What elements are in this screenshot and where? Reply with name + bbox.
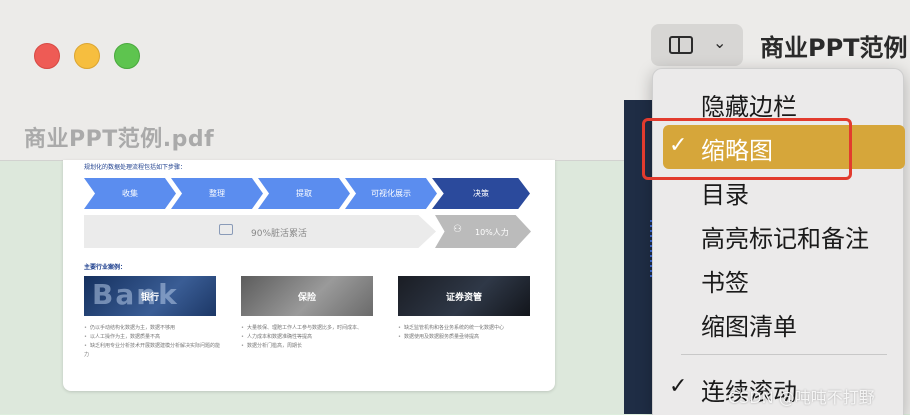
list-item: 人力成本和数据准确性等提高 [241, 333, 381, 342]
menu-item-contact-sheet[interactable]: 缩图清单 [701, 307, 797, 342]
case-image-securities: 证券资管 [398, 276, 530, 316]
document-pane: 商业PPT范例.pdf 规划化的数据处理流程包括如下步骤： 收集 整理 提取 可… [0, 0, 624, 414]
list-item: 数据分析门槛高，周期长 [241, 342, 381, 351]
case-bullets-insurance: 大量核保、理赔工作人工参与数据比多，时间成本、 人力成本和数据准确性等提高 数据… [241, 324, 381, 351]
list-item: 大量核保、理赔工作人工参与数据比多，时间成本、 [241, 324, 381, 333]
list-item: 缺乏利用专业分析技术开展数据建模分析解决实际问题的能力 [84, 342, 224, 360]
chevron-down-icon: ⌄ [713, 33, 727, 52]
sidebar-toggle-button[interactable]: ⌄ [651, 24, 743, 66]
menu-item-hide-sidebar[interactable]: 隐藏边栏 [701, 87, 797, 122]
people-icon: ⚇ [453, 224, 462, 235]
stage-extract: 提取 [258, 178, 350, 209]
sidebar-icon [669, 36, 693, 54]
annotation-highlight-box [642, 118, 852, 180]
stage-decide: 决策 [432, 178, 530, 209]
case-bullets-bank: 仍以手动结构化数据为主，数据不够用 以人工操作为主，数据质量不高 缺乏利用专业分… [84, 324, 224, 360]
menu-item-bookmarks[interactable]: 书签 [701, 263, 749, 298]
list-item: 数据使用及数据服务质量亟待提高 [398, 333, 538, 342]
case-bullets-securities: 缺乏监管机构和各业务系统的统一化数据中心 数据使用及数据服务质量亟待提高 [398, 324, 538, 342]
watermark: CSDN @吨吨不打野 [728, 388, 875, 407]
check-icon: ✓ [669, 374, 688, 399]
window-title: 商业PPT范例 [760, 34, 908, 62]
pdf-page: 规划化的数据处理流程包括如下步骤： 收集 整理 提取 可视化展示 决策 90%脏… [63, 160, 555, 391]
dirty-work-label: 90%脏活累活 [251, 229, 308, 239]
stage-visualize: 可视化展示 [345, 178, 437, 209]
close-window-button[interactable] [34, 43, 60, 69]
list-item: 仍以手动结构化数据为主，数据不够用 [84, 324, 224, 333]
intro-text: 规划化的数据处理流程包括如下步骤： [84, 164, 187, 171]
minimize-window-button[interactable] [74, 43, 100, 69]
list-item: 以人工操作为主，数据质量不高 [84, 333, 224, 342]
robot-icon [219, 224, 233, 235]
cases-title: 主要行业案例： [84, 264, 127, 271]
title-bar: 商业PPT范例.pdf [0, 0, 624, 161]
manpower-label: 10%人力 [475, 228, 509, 237]
document-title: 商业PPT范例.pdf [24, 127, 215, 152]
stage-collect: 收集 [84, 178, 176, 209]
case-image-bank: Bank 银行 [84, 276, 216, 316]
menu-separator [681, 354, 887, 355]
menu-item-highlights-notes[interactable]: 高亮标记和备注 [701, 219, 869, 254]
menu-item-toc[interactable]: 目录 [701, 175, 749, 210]
zoom-window-button[interactable] [114, 43, 140, 69]
list-item: 缺乏监管机构和各业务系统的统一化数据中心 [398, 324, 538, 333]
case-image-insurance: 保险 [241, 276, 373, 316]
stage-organize: 整理 [171, 178, 263, 209]
